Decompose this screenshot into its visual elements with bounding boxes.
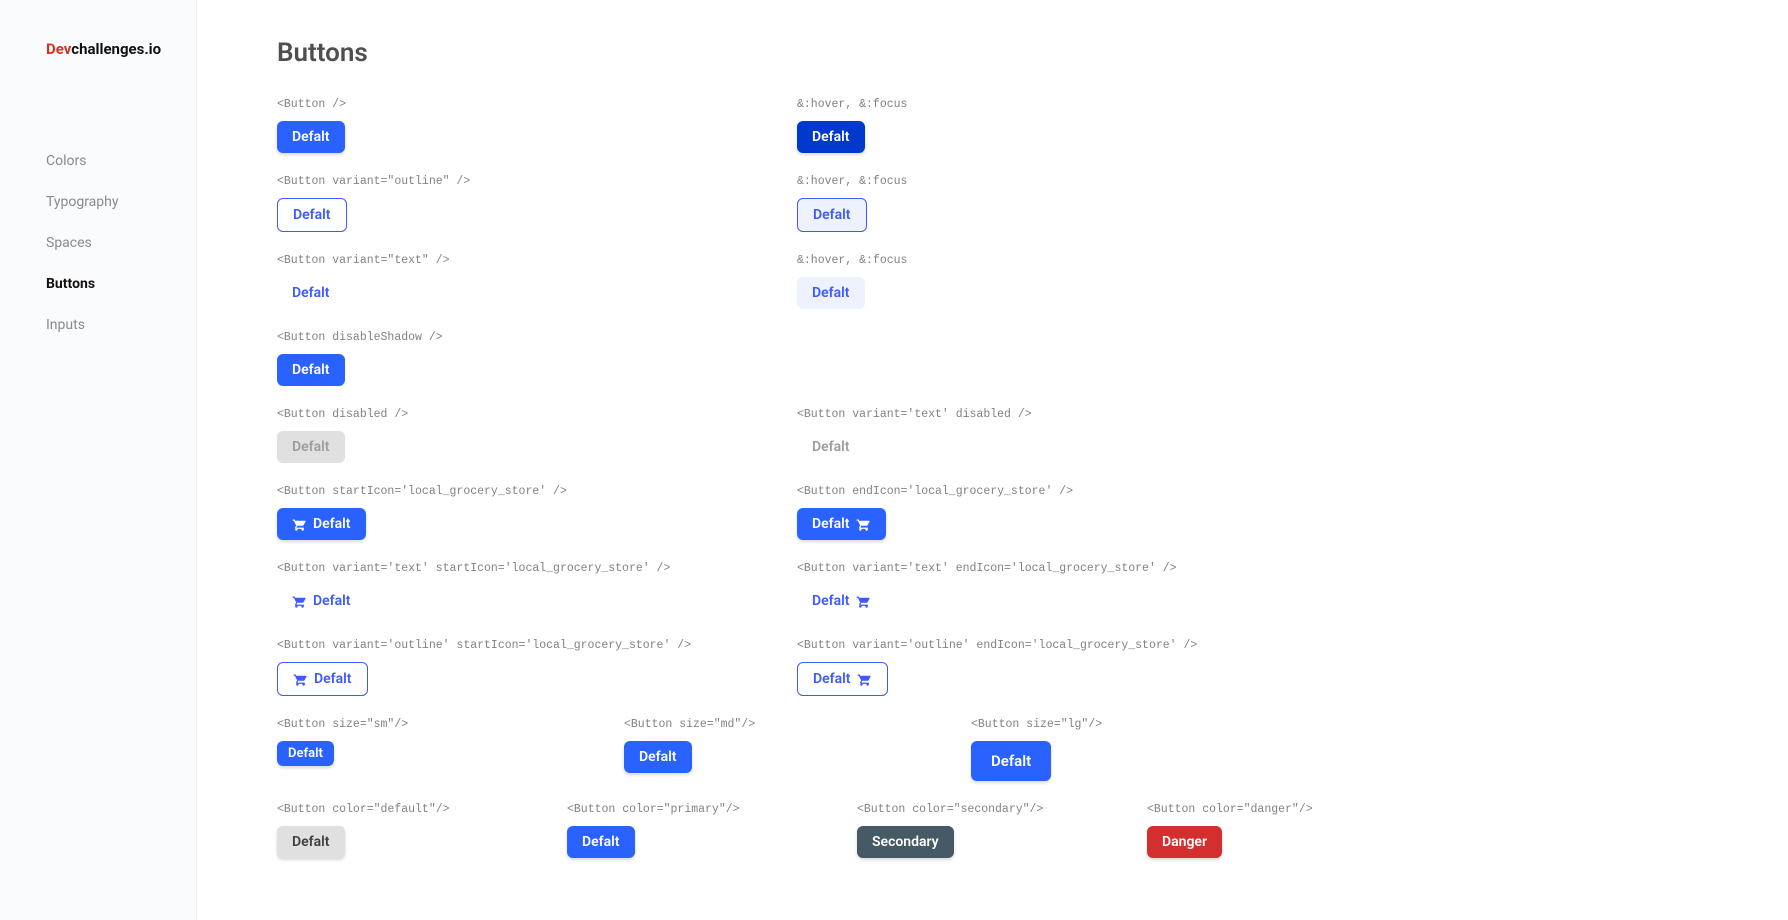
button-label: Defalt: [313, 593, 351, 609]
cart-icon: [292, 594, 307, 609]
caption: <Button variant='text' endIcon='local_gr…: [797, 562, 1317, 575]
button-size-lg[interactable]: Defalt: [971, 741, 1051, 781]
logo-dev: Dev: [46, 40, 71, 58]
main-content: Buttons <Button /> Defalt &:hover, &:foc…: [197, 0, 1788, 920]
button-size-sm[interactable]: Defalt: [277, 741, 334, 766]
button-color-secondary[interactable]: Secondary: [857, 826, 954, 858]
caption: <Button disableShadow />: [277, 331, 797, 344]
button-text-disabled: Defalt: [797, 431, 865, 463]
nav: Colors Typography Spaces Buttons Inputs: [46, 153, 196, 333]
button-label: Defalt: [314, 671, 352, 687]
button-no-shadow[interactable]: Defalt: [277, 354, 345, 386]
cart-icon: [856, 594, 871, 609]
caption: <Button size="md"/>: [624, 718, 971, 731]
caption: <Button endIcon='local_grocery_store' />: [797, 485, 1317, 498]
cart-icon: [293, 672, 308, 687]
button-outline-end-icon[interactable]: Defalt: [797, 662, 888, 696]
button-text-hover[interactable]: Defalt: [797, 277, 865, 309]
button-label: Defalt: [812, 593, 850, 609]
button-outline[interactable]: Defalt: [277, 198, 347, 232]
button-color-primary[interactable]: Defalt: [567, 826, 635, 858]
button-outline-start-icon[interactable]: Defalt: [277, 662, 368, 696]
caption: &:hover, &:focus: [797, 254, 1317, 267]
caption: <Button variant='text' disabled />: [797, 408, 1317, 421]
caption: <Button startIcon='local_grocery_store' …: [277, 485, 797, 498]
button-label: Defalt: [812, 516, 850, 532]
sidebar-item-colors[interactable]: Colors: [46, 153, 196, 169]
logo-rest: challenges.io: [71, 40, 161, 58]
logo: Devchallenges.io: [46, 40, 196, 58]
sidebar-item-buttons[interactable]: Buttons: [46, 276, 196, 292]
caption: <Button size="lg"/>: [971, 718, 1318, 731]
button-outline-hover[interactable]: Defalt: [797, 198, 867, 232]
button-text[interactable]: Defalt: [277, 277, 345, 309]
button-start-icon[interactable]: Defalt: [277, 508, 366, 540]
caption: &:hover, &:focus: [797, 175, 1317, 188]
sidebar-item-spaces[interactable]: Spaces: [46, 235, 196, 251]
button-color-default[interactable]: Defalt: [277, 826, 345, 858]
caption: <Button variant="outline" />: [277, 175, 797, 188]
sidebar-item-typography[interactable]: Typography: [46, 194, 196, 210]
button-disabled: Defalt: [277, 431, 345, 463]
caption: <Button color="default"/>: [277, 803, 567, 816]
sidebar-item-inputs[interactable]: Inputs: [46, 317, 196, 333]
button-label: Defalt: [313, 516, 351, 532]
caption: <Button variant="text" />: [277, 254, 797, 267]
caption: <Button color="secondary"/>: [857, 803, 1147, 816]
caption: <Button size="sm"/>: [277, 718, 624, 731]
caption: <Button variant='outline' startIcon='loc…: [277, 639, 797, 652]
caption: <Button disabled />: [277, 408, 797, 421]
button-color-danger[interactable]: Danger: [1147, 826, 1222, 858]
caption: <Button color="danger"/>: [1147, 803, 1437, 816]
caption: <Button variant='outline' endIcon='local…: [797, 639, 1317, 652]
button-text-end-icon[interactable]: Defalt: [797, 585, 886, 617]
page-title: Buttons: [277, 38, 1728, 68]
cart-icon: [856, 517, 871, 532]
button-text-start-icon[interactable]: Defalt: [277, 585, 366, 617]
button-default[interactable]: Defalt: [277, 121, 345, 153]
caption: <Button color="primary"/>: [567, 803, 857, 816]
caption: &:hover, &:focus: [797, 98, 1317, 111]
button-default-hover[interactable]: Defalt: [797, 121, 865, 153]
sidebar: Devchallenges.io Colors Typography Space…: [0, 0, 197, 920]
button-size-md[interactable]: Defalt: [624, 741, 692, 773]
button-label: Defalt: [813, 671, 851, 687]
caption: <Button />: [277, 98, 797, 111]
cart-icon: [292, 517, 307, 532]
cart-icon: [857, 672, 872, 687]
caption: <Button variant='text' startIcon='local_…: [277, 562, 797, 575]
button-end-icon[interactable]: Defalt: [797, 508, 886, 540]
